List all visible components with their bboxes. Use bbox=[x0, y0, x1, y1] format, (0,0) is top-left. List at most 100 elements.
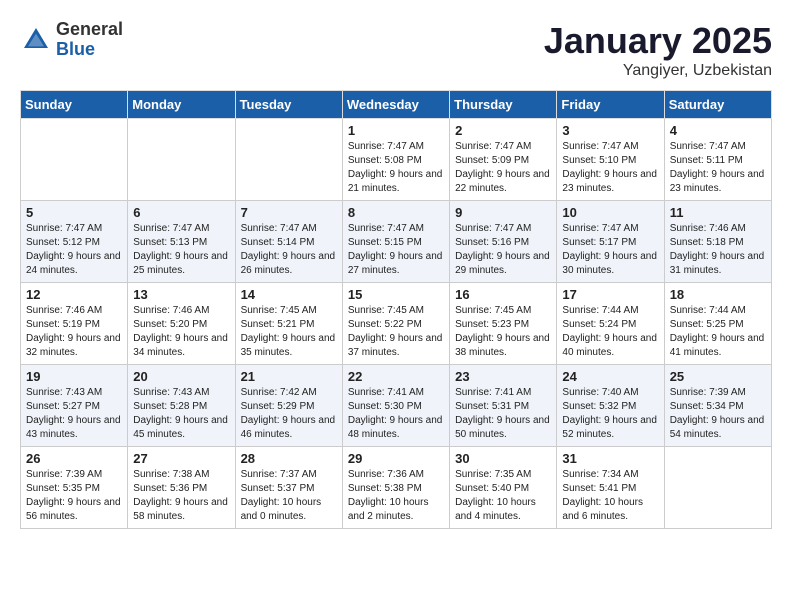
day-info: Sunrise: 7:47 AM Sunset: 5:08 PM Dayligh… bbox=[348, 140, 444, 196]
day-info: Sunrise: 7:47 AM Sunset: 5:14 PM Dayligh… bbox=[241, 222, 337, 278]
day-info: Sunrise: 7:47 AM Sunset: 5:10 PM Dayligh… bbox=[562, 140, 658, 196]
calendar-cell: 26Sunrise: 7:39 AM Sunset: 5:35 PM Dayli… bbox=[21, 447, 128, 529]
day-number: 27 bbox=[133, 451, 229, 466]
day-number: 30 bbox=[455, 451, 551, 466]
calendar-cell: 9 Sunrise: 7:47 AM Sunset: 5:16 PM Daylig… bbox=[450, 201, 557, 283]
day-number: 4 bbox=[670, 123, 766, 138]
calendar-cell: 2 Sunrise: 7:47 AM Sunset: 5:09 PM Daylig… bbox=[450, 119, 557, 201]
calendar-week-row: 26Sunrise: 7:39 AM Sunset: 5:35 PM Dayli… bbox=[21, 447, 772, 529]
day-number: 24 bbox=[562, 369, 658, 384]
calendar-cell: 3 Sunrise: 7:47 AM Sunset: 5:10 PM Daylig… bbox=[557, 119, 664, 201]
day-info: Sunrise: 7:40 AM Sunset: 5:32 PM Dayligh… bbox=[562, 386, 658, 442]
day-info: Sunrise: 7:34 AM Sunset: 5:41 PM Dayligh… bbox=[562, 468, 658, 524]
day-info: Sunrise: 7:35 AM Sunset: 5:40 PM Dayligh… bbox=[455, 468, 551, 524]
weekday-header: Friday bbox=[557, 91, 664, 119]
day-number: 31 bbox=[562, 451, 658, 466]
calendar-cell: 1 Sunrise: 7:47 AM Sunset: 5:08 PM Daylig… bbox=[342, 119, 449, 201]
day-info: Sunrise: 7:46 AM Sunset: 5:19 PM Dayligh… bbox=[26, 304, 122, 360]
day-number: 17 bbox=[562, 287, 658, 302]
calendar-cell: 29 Sunrise: 7:36 AM Sunset: 5:38 PM Dayli… bbox=[342, 447, 449, 529]
calendar-cell: 12 Sunrise: 7:46 AM Sunset: 5:19 PM Dayli… bbox=[21, 283, 128, 365]
day-number: 9 bbox=[455, 205, 551, 220]
calendar-cell: 10Sunrise: 7:47 AM Sunset: 5:17 PM Dayli… bbox=[557, 201, 664, 283]
day-info: Sunrise: 7:39 AM Sunset: 5:35 PM Dayligh… bbox=[26, 468, 122, 524]
day-number: 5 bbox=[26, 205, 122, 220]
calendar-cell bbox=[235, 119, 342, 201]
day-info: Sunrise: 7:47 AM Sunset: 5:09 PM Dayligh… bbox=[455, 140, 551, 196]
logo-text: General Blue bbox=[56, 20, 123, 60]
day-number: 22 bbox=[348, 369, 444, 384]
calendar-cell: 22 Sunrise: 7:41 AM Sunset: 5:30 PM Dayli… bbox=[342, 365, 449, 447]
weekday-header-row: SundayMondayTuesdayWednesdayThursdayFrid… bbox=[21, 91, 772, 119]
day-number: 3 bbox=[562, 123, 658, 138]
day-info: Sunrise: 7:41 AM Sunset: 5:30 PM Dayligh… bbox=[348, 386, 444, 442]
calendar-cell: 13Sunrise: 7:46 AM Sunset: 5:20 PM Dayli… bbox=[128, 283, 235, 365]
calendar-cell: 19 Sunrise: 7:43 AM Sunset: 5:27 PM Dayli… bbox=[21, 365, 128, 447]
calendar-cell: 15 Sunrise: 7:45 AM Sunset: 5:22 PM Dayli… bbox=[342, 283, 449, 365]
calendar-cell: 20 Sunrise: 7:43 AM Sunset: 5:28 PM Dayli… bbox=[128, 365, 235, 447]
day-number: 25 bbox=[670, 369, 766, 384]
calendar-cell: 23 Sunrise: 7:41 AM Sunset: 5:31 PM Dayli… bbox=[450, 365, 557, 447]
day-number: 19 bbox=[26, 369, 122, 384]
calendar-cell: 25 Sunrise: 7:39 AM Sunset: 5:34 PM Dayli… bbox=[664, 365, 771, 447]
day-number: 18 bbox=[670, 287, 766, 302]
calendar-table: SundayMondayTuesdayWednesdayThursdayFrid… bbox=[20, 90, 772, 529]
logo: General Blue bbox=[20, 20, 123, 60]
day-info: Sunrise: 7:45 AM Sunset: 5:21 PM Dayligh… bbox=[241, 304, 337, 360]
day-number: 20 bbox=[133, 369, 229, 384]
day-number: 23 bbox=[455, 369, 551, 384]
day-info: Sunrise: 7:41 AM Sunset: 5:31 PM Dayligh… bbox=[455, 386, 551, 442]
day-number: 15 bbox=[348, 287, 444, 302]
day-info: Sunrise: 7:47 AM Sunset: 5:15 PM Dayligh… bbox=[348, 222, 444, 278]
calendar-week-row: 12 Sunrise: 7:46 AM Sunset: 5:19 PM Dayli… bbox=[21, 283, 772, 365]
day-number: 14 bbox=[241, 287, 337, 302]
day-info: Sunrise: 7:47 AM Sunset: 5:11 PM Dayligh… bbox=[670, 140, 766, 196]
day-number: 13 bbox=[133, 287, 229, 302]
calendar-cell: 27 Sunrise: 7:38 AM Sunset: 5:36 PM Dayli… bbox=[128, 447, 235, 529]
day-info: Sunrise: 7:38 AM Sunset: 5:36 PM Dayligh… bbox=[133, 468, 229, 524]
day-number: 11 bbox=[670, 205, 766, 220]
calendar-cell bbox=[21, 119, 128, 201]
day-number: 1 bbox=[348, 123, 444, 138]
day-info: Sunrise: 7:47 AM Sunset: 5:16 PM Dayligh… bbox=[455, 222, 551, 278]
day-number: 2 bbox=[455, 123, 551, 138]
weekday-header: Sunday bbox=[21, 91, 128, 119]
calendar-cell: 6 Sunrise: 7:47 AM Sunset: 5:13 PM Daylig… bbox=[128, 201, 235, 283]
calendar-cell: 28 Sunrise: 7:37 AM Sunset: 5:37 PM Dayli… bbox=[235, 447, 342, 529]
day-number: 8 bbox=[348, 205, 444, 220]
day-info: Sunrise: 7:47 AM Sunset: 5:17 PM Dayligh… bbox=[562, 222, 658, 278]
day-info: Sunrise: 7:44 AM Sunset: 5:24 PM Dayligh… bbox=[562, 304, 658, 360]
day-number: 6 bbox=[133, 205, 229, 220]
calendar-cell: 5Sunrise: 7:47 AM Sunset: 5:12 PM Daylig… bbox=[21, 201, 128, 283]
day-info: Sunrise: 7:43 AM Sunset: 5:27 PM Dayligh… bbox=[26, 386, 122, 442]
calendar-cell: 16Sunrise: 7:45 AM Sunset: 5:23 PM Dayli… bbox=[450, 283, 557, 365]
calendar-cell: 14 Sunrise: 7:45 AM Sunset: 5:21 PM Dayli… bbox=[235, 283, 342, 365]
day-info: Sunrise: 7:37 AM Sunset: 5:37 PM Dayligh… bbox=[241, 468, 337, 524]
day-info: Sunrise: 7:39 AM Sunset: 5:34 PM Dayligh… bbox=[670, 386, 766, 442]
calendar-cell: 24 Sunrise: 7:40 AM Sunset: 5:32 PM Dayli… bbox=[557, 365, 664, 447]
logo-icon bbox=[20, 24, 52, 56]
weekday-header: Thursday bbox=[450, 91, 557, 119]
calendar-cell: 4 Sunrise: 7:47 AM Sunset: 5:11 PM Daylig… bbox=[664, 119, 771, 201]
calendar-cell bbox=[664, 447, 771, 529]
day-info: Sunrise: 7:47 AM Sunset: 5:13 PM Dayligh… bbox=[133, 222, 229, 278]
calendar-cell: 7 Sunrise: 7:47 AM Sunset: 5:14 PM Daylig… bbox=[235, 201, 342, 283]
day-number: 12 bbox=[26, 287, 122, 302]
weekday-header: Monday bbox=[128, 91, 235, 119]
day-number: 21 bbox=[241, 369, 337, 384]
day-info: Sunrise: 7:45 AM Sunset: 5:22 PM Dayligh… bbox=[348, 304, 444, 360]
day-number: 28 bbox=[241, 451, 337, 466]
day-number: 29 bbox=[348, 451, 444, 466]
calendar-cell: 8 Sunrise: 7:47 AM Sunset: 5:15 PM Daylig… bbox=[342, 201, 449, 283]
location: Yangiyer, Uzbekistan bbox=[544, 62, 772, 80]
day-info: Sunrise: 7:36 AM Sunset: 5:38 PM Dayligh… bbox=[348, 468, 444, 524]
day-number: 7 bbox=[241, 205, 337, 220]
day-info: Sunrise: 7:46 AM Sunset: 5:18 PM Dayligh… bbox=[670, 222, 766, 278]
day-info: Sunrise: 7:44 AM Sunset: 5:25 PM Dayligh… bbox=[670, 304, 766, 360]
day-info: Sunrise: 7:43 AM Sunset: 5:28 PM Dayligh… bbox=[133, 386, 229, 442]
calendar-week-row: 1 Sunrise: 7:47 AM Sunset: 5:08 PM Daylig… bbox=[21, 119, 772, 201]
day-number: 16 bbox=[455, 287, 551, 302]
calendar-cell: 17 Sunrise: 7:44 AM Sunset: 5:24 PM Dayli… bbox=[557, 283, 664, 365]
calendar-week-row: 5Sunrise: 7:47 AM Sunset: 5:12 PM Daylig… bbox=[21, 201, 772, 283]
calendar-cell: 11 Sunrise: 7:46 AM Sunset: 5:18 PM Dayli… bbox=[664, 201, 771, 283]
